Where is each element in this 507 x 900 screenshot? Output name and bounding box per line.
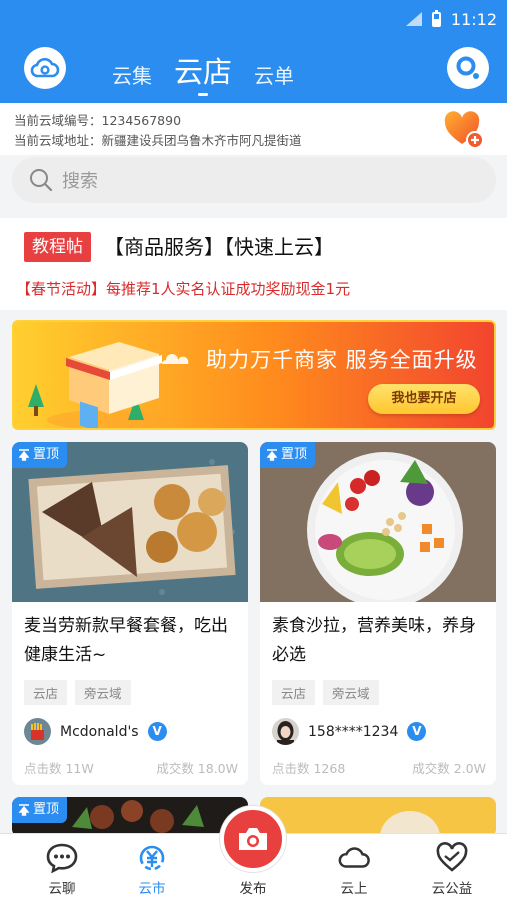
battery-icon <box>431 9 441 27</box>
nav-item-chat[interactable]: 云聊 <box>22 834 102 900</box>
banner-slogan: 助力万千商家 服务全面升级 <box>206 348 478 372</box>
verified-badge: V <box>407 722 427 741</box>
chat-icon <box>46 843 78 874</box>
search-placeholder: 搜索 <box>62 171 98 192</box>
area-address-value: 新疆建设兵团乌鲁木齐市阿凡提街道 <box>101 133 302 148</box>
tab-yundian[interactable]: 云店 <box>174 54 232 96</box>
open-shop-button[interactable]: 我也要开店 <box>368 384 480 414</box>
promo-banner[interactable]: 助力万千商家 服务全面升级 我也要开店 <box>12 320 496 430</box>
area-address-line: 当前云域地址：新疆建设兵团乌鲁木齐市阿凡提街道 <box>14 130 302 149</box>
user-avatar-icon <box>272 718 299 745</box>
deal-count: 成交数 18.0W <box>156 761 238 776</box>
camera-icon <box>239 828 267 850</box>
area-info: 当前云域编号：1234567890 当前云域地址：新疆建设兵团乌鲁木齐市阿凡提街… <box>0 103 507 155</box>
tab-yunji[interactable]: 云集 <box>112 62 152 90</box>
nav-item-charity[interactable]: 云公益 <box>412 834 492 900</box>
status-bar: 11:12 <box>405 8 497 30</box>
tab-yundan[interactable]: 云单 <box>254 62 294 90</box>
ice-cream-photo <box>260 797 496 837</box>
card-tags: 云店 旁云域 <box>272 680 379 705</box>
avatar <box>24 718 51 745</box>
product-card[interactable] <box>260 797 496 837</box>
tag-chip[interactable]: 云店 <box>272 680 316 705</box>
tutorial-tag[interactable]: 教程帖 <box>24 232 91 262</box>
pinned-badge: 置顶 <box>12 442 68 468</box>
product-card[interactable]: 置顶 素食沙拉，营养美味，养身必选 云店 旁云域 158****1234 V 点… <box>260 442 496 785</box>
cloud-logo-icon <box>30 57 60 78</box>
area-code-label: 当前云域编号： <box>14 113 102 128</box>
nav-label: 云上 <box>340 881 368 897</box>
pinned-badge: 置顶 <box>12 797 68 823</box>
cloud-icon <box>338 847 370 868</box>
pinned-label: 置顶 <box>33 802 60 817</box>
author-name: Mcdonald's <box>60 723 139 740</box>
pin-top-icon <box>18 804 30 816</box>
favorite-add-icon[interactable] <box>443 110 485 150</box>
card-author[interactable]: 158****1234 V <box>272 718 427 745</box>
click-count: 点击数 11W <box>24 761 94 776</box>
app-header: 11:12 云集 云店 云单 <box>0 0 507 103</box>
tag-chip[interactable]: 云店 <box>24 680 68 705</box>
card-author[interactable]: Mcdonald's V <box>24 718 167 745</box>
tag-chip[interactable]: 旁云域 <box>75 680 131 705</box>
app-logo-button[interactable] <box>24 47 66 89</box>
mcdonalds-avatar-icon <box>24 718 51 745</box>
search-input[interactable]: 搜索 <box>12 157 496 203</box>
shop-illustration <box>28 342 189 428</box>
header-search-button[interactable] <box>447 47 489 89</box>
nav-label: 云聊 <box>48 881 76 897</box>
verified-badge: V <box>147 722 167 741</box>
product-card[interactable]: 置顶 <box>12 797 248 837</box>
nav-label: 云公益 <box>431 881 473 897</box>
nav-label: 云市 <box>138 881 166 897</box>
search-icon <box>30 169 53 192</box>
pin-top-icon <box>18 449 30 461</box>
card-tags: 云店 旁云域 <box>24 680 131 705</box>
author-name: 158****1234 <box>308 723 399 740</box>
area-code-value: 1234567890 <box>101 113 182 128</box>
card-image-breakfast: 置顶 <box>12 442 248 602</box>
pinned-badge: 置顶 <box>260 442 316 468</box>
area-code-line: 当前云域编号：1234567890 <box>14 110 181 129</box>
charity-heart-icon <box>436 842 468 872</box>
nav-label: 发布 <box>239 881 267 897</box>
pinned-label: 置顶 <box>281 447 308 462</box>
avatar <box>272 718 299 745</box>
status-time: 11:12 <box>450 9 497 29</box>
yen-icon <box>139 845 165 871</box>
signal-icon <box>405 12 422 26</box>
tag-chip[interactable]: 旁云域 <box>323 680 379 705</box>
search-icon <box>456 56 479 79</box>
publish-button[interactable] <box>220 806 286 872</box>
card-title: 麦当劳新款早餐套餐，吃出健康生活~ <box>24 616 228 665</box>
card-title: 素食沙拉，营养美味，养身必选 <box>272 616 476 665</box>
header-tabs: 云集 云店 云单 <box>112 50 316 96</box>
card-image-salad: 置顶 <box>260 442 496 602</box>
click-count: 点击数 1268 <box>272 761 346 776</box>
deal-count: 成交数 2.0W <box>412 761 486 776</box>
nav-item-cloud[interactable]: 云上 <box>314 834 394 900</box>
area-address-label: 当前云域地址： <box>14 133 102 148</box>
product-card[interactable]: 置顶 麦当劳新款早餐套餐，吃出健康生活~ 云店 旁云域 Mcdonald's V… <box>12 442 248 785</box>
nav-item-market[interactable]: 云市 <box>112 834 192 900</box>
spring-festival-promo[interactable]: 【春节活动】每推荐1人实名认证成功奖励现金1元 <box>16 278 350 299</box>
pinned-label: 置顶 <box>33 447 60 462</box>
notice-panel: 教程帖 【商品服务】【快速上云】 【春节活动】每推荐1人实名认证成功奖励现金1元 <box>0 218 507 310</box>
pin-top-icon <box>266 449 278 461</box>
notice-title[interactable]: 【商品服务】【快速上云】 <box>104 232 334 262</box>
